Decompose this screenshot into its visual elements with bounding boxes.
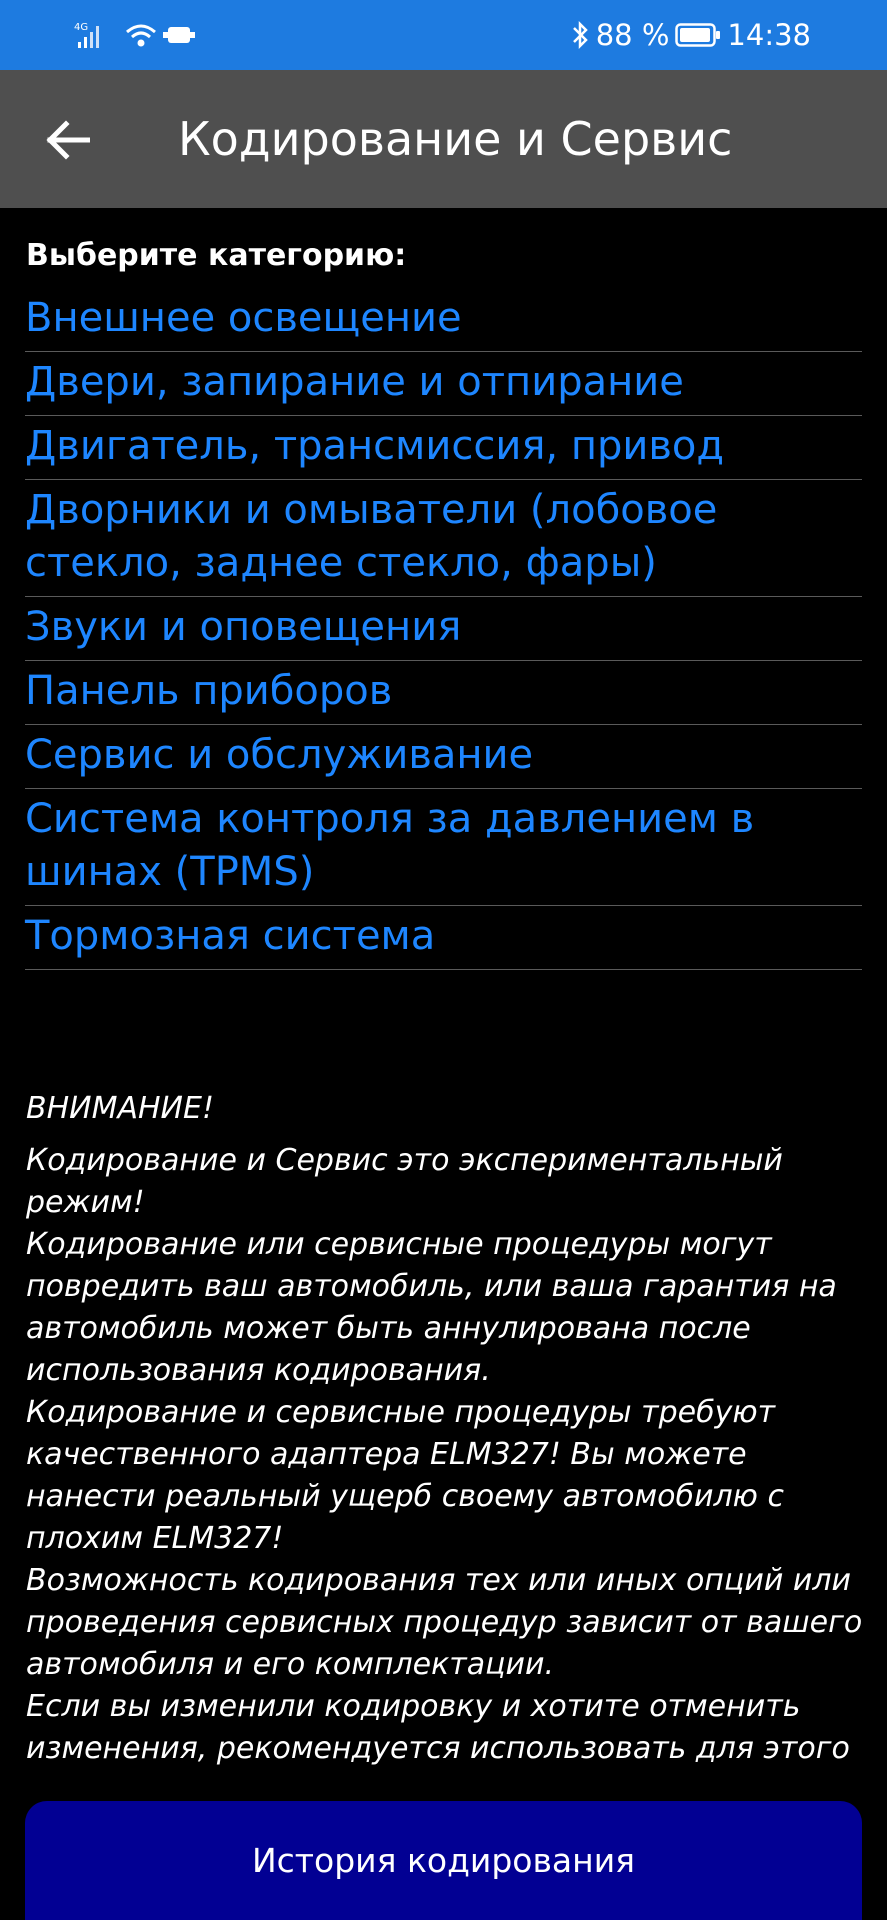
coding-history-button[interactable]: История кодирования — [25, 1801, 862, 1920]
category-item-tpms[interactable]: Система контроля за давлением в шинах (T… — [25, 789, 862, 906]
category-prompt: Выберите категорию: — [26, 238, 407, 273]
category-item-exterior-lighting[interactable]: Внешнее освещение — [25, 288, 862, 352]
bluetooth-icon — [572, 20, 588, 50]
warning-text: Кодирование и Сервис это экспериментальн… — [26, 1143, 863, 1766]
category-screen[interactable]: Выберите категорию: Внешнее освещение Дв… — [0, 208, 887, 1800]
category-item-brake-system[interactable]: Тормозная система — [25, 906, 862, 970]
page-title: Кодирование и Сервис — [178, 112, 733, 166]
category-item-sounds-alerts[interactable]: Звуки и оповещения — [25, 597, 862, 661]
back-button[interactable] — [38, 110, 98, 170]
battery-icon — [675, 23, 721, 47]
warning-notice: ВНИМАНИЕ! Кодирование и Сервис это экспе… — [26, 1088, 876, 1770]
battery-percent: 88 % — [595, 18, 670, 52]
wifi-icon — [126, 24, 156, 47]
signal-icon: 4G — [74, 22, 99, 48]
category-item-doors-locking[interactable]: Двери, запирание и отпирание — [25, 352, 862, 416]
arrow-left-icon — [46, 120, 90, 160]
obd-adapter-icon — [163, 27, 195, 43]
status-left-icons: 4G — [74, 20, 196, 50]
category-item-instrument-panel[interactable]: Панель приборов — [25, 661, 862, 725]
app-bar: Кодирование и Сервис — [0, 70, 887, 208]
warning-title: ВНИМАНИЕ! — [26, 1091, 214, 1126]
status-right: 88 % 14:38 — [570, 14, 811, 56]
network-type: 4G — [74, 22, 88, 33]
clock: 14:38 — [727, 18, 811, 52]
category-item-wipers-washers[interactable]: Дворники и омыватели (лобовое стекло, за… — [25, 480, 862, 597]
status-bar: 4G 88 % 14:38 — [0, 0, 887, 70]
category-item-service-maintenance[interactable]: Сервис и обслуживание — [25, 725, 862, 789]
category-item-engine-transmission[interactable]: Двигатель, трансмиссия, привод — [25, 416, 862, 480]
category-list: Внешнее освещение Двери, запирание и отп… — [25, 288, 862, 970]
